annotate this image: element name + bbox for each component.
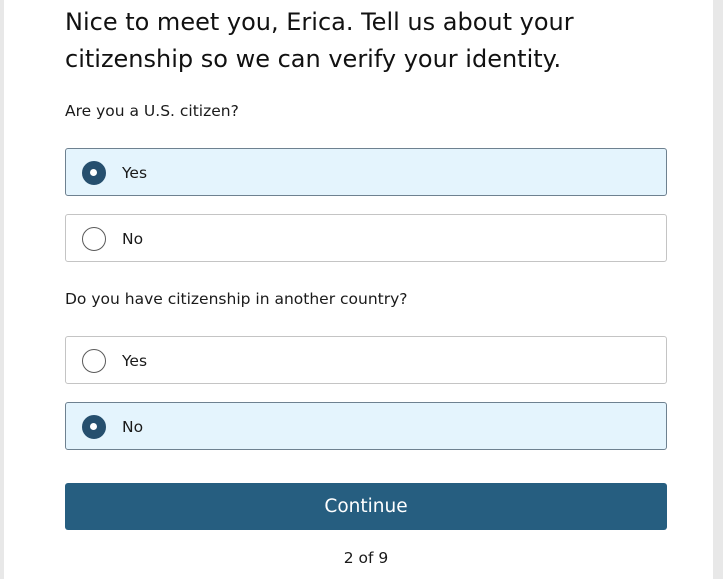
us-citizen-yes-option[interactable]: Yes — [65, 148, 667, 196]
option-label: No — [122, 418, 144, 436]
continue-button[interactable]: Continue — [65, 483, 667, 530]
step-progress: 2 of 9 — [343, 549, 389, 567]
radio-checked-icon[interactable] — [82, 161, 106, 185]
radio-unchecked-icon[interactable] — [82, 349, 106, 373]
other-citizenship-no-option[interactable]: No — [65, 402, 667, 450]
question-us-citizen: Are you a U.S. citizen? — [65, 102, 239, 120]
option-label: Yes — [122, 164, 148, 182]
other-citizenship-yes-option[interactable]: Yes — [65, 336, 667, 384]
option-label: No — [122, 230, 144, 248]
radio-checked-icon[interactable] — [82, 415, 106, 439]
page-title: Nice to meet you, Erica. Tell us about y… — [65, 8, 574, 73]
question-other-citizenship: Do you have citizenship in another count… — [65, 290, 408, 308]
us-citizen-no-option[interactable]: No — [65, 214, 667, 262]
radio-unchecked-icon[interactable] — [82, 227, 106, 251]
option-label: Yes — [122, 352, 148, 370]
citizenship-form-page: Nice to meet you, Erica. Tell us about y… — [4, 0, 713, 579]
